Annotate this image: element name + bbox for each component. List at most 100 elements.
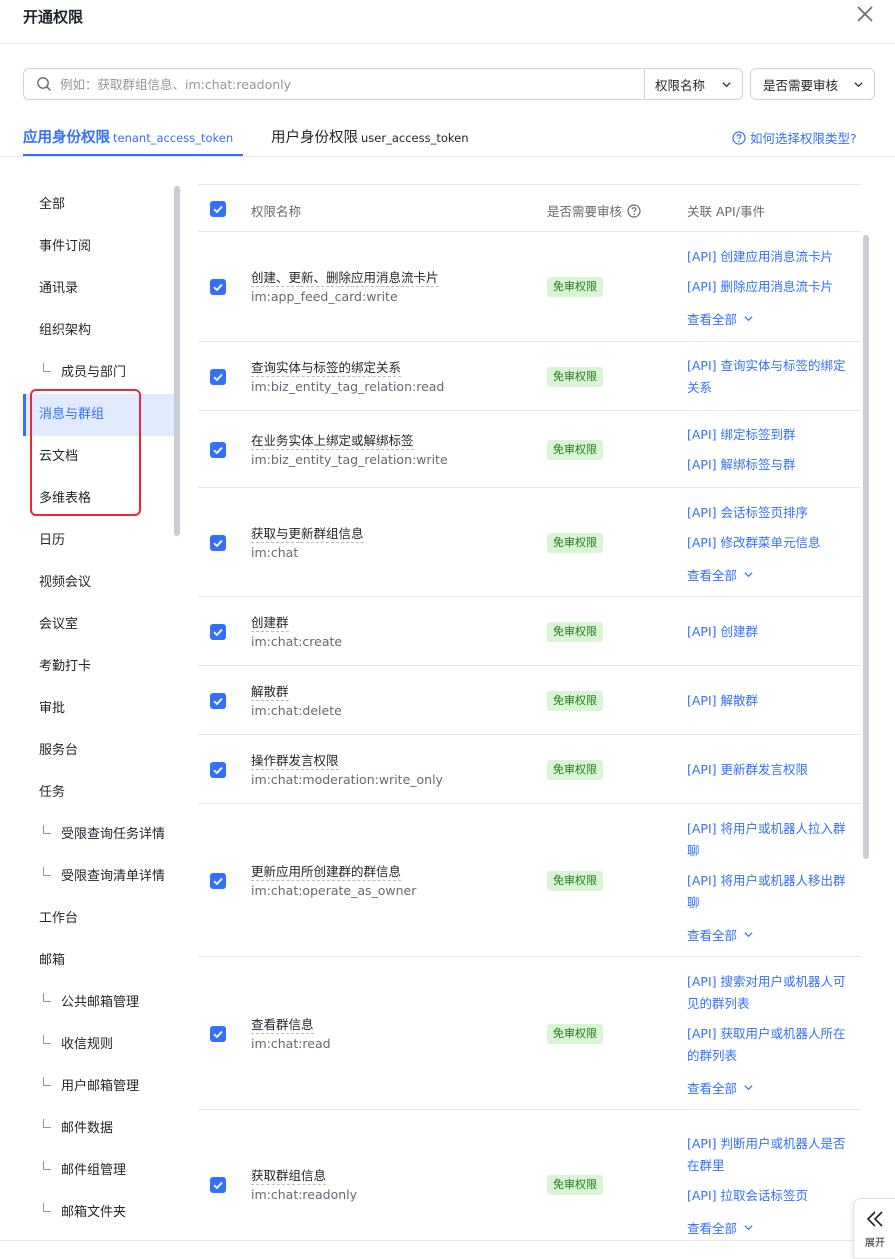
tab-tenant-access[interactable]: 应用身份权限 tenant_access_token <box>23 126 233 147</box>
sidebar-item[interactable]: 组织架构 <box>23 310 175 352</box>
api-link[interactable]: [API] 获取用户或机器人所在的群列表 <box>687 1023 849 1067</box>
api-link[interactable]: [API] 会话标签页排序 <box>687 502 857 524</box>
row-checkbox[interactable] <box>210 441 226 458</box>
view-all-link[interactable]: 查看全部 <box>687 309 754 328</box>
sidebar-item[interactable]: 收信规则 <box>23 1024 175 1066</box>
api-link[interactable]: [API] 查询实体与标签的绑定关系 <box>687 355 849 399</box>
tabs-divider <box>0 156 895 157</box>
sidebar-item[interactable]: 通讯录 <box>23 268 175 310</box>
sidebar-item[interactable]: 日历 <box>23 520 175 562</box>
row-checkbox[interactable] <box>210 692 226 709</box>
sidebar-item[interactable]: 受限查询任务详情 <box>23 814 175 856</box>
sidebar-item[interactable]: 邮箱 <box>23 940 175 982</box>
sidebar-item[interactable]: 公共邮箱管理 <box>23 982 175 1024</box>
check-icon <box>213 1181 223 1190</box>
api-link[interactable]: [API] 解绑标签与群 <box>687 454 857 476</box>
row-checkbox[interactable] <box>210 623 226 640</box>
chevron-down-icon <box>744 931 753 937</box>
sidebar-item-label: 受限查询清单详情 <box>61 869 166 884</box>
permission-code: im:app_feed_card:write <box>251 289 398 304</box>
header-divider <box>0 43 895 44</box>
api-link[interactable]: [API] 拉取会话标签页 <box>687 1185 857 1207</box>
sidebar-item[interactable]: 事件订阅 <box>23 226 175 268</box>
check-icon <box>213 283 223 292</box>
view-all-link[interactable]: 查看全部 <box>687 925 754 944</box>
row-checkbox[interactable] <box>210 1177 226 1193</box>
row-checkbox[interactable] <box>210 761 226 778</box>
row-checkbox[interactable] <box>210 1025 226 1042</box>
sidebar-item[interactable]: 任务 <box>23 772 175 814</box>
check-icon <box>213 373 223 381</box>
expand-button[interactable]: 展开 <box>853 1198 895 1259</box>
search-field-select[interactable]: 权限名称 <box>644 69 742 99</box>
permission-name: 查看群信息 <box>251 1014 314 1034</box>
status-badge: 免审权限 <box>547 532 603 553</box>
sidebar-item-label: 通讯录 <box>39 281 79 296</box>
sidebar-item[interactable]: 邮箱文件夹 <box>23 1192 175 1234</box>
api-link[interactable]: [API] 解散群 <box>687 690 857 712</box>
api-link[interactable]: [API] 将用户或机器人拉入群聊 <box>687 818 849 862</box>
modal-title: 开通权限 <box>23 8 84 26</box>
table-header: 权限名称 是否需要审核 关联 API/事件 <box>198 184 861 232</box>
sidebar-item[interactable]: 邮件组管理 <box>23 1150 175 1192</box>
search-input[interactable] <box>60 70 644 98</box>
api-link[interactable]: [API] 创建应用消息流卡片 <box>687 246 857 268</box>
sidebar-item-label: 审批 <box>39 701 66 716</box>
view-all-link[interactable]: 查看全部 <box>687 1078 754 1097</box>
sidebar-item[interactable]: 审批 <box>23 688 175 730</box>
sidebar-item[interactable]: 全部 <box>23 184 175 226</box>
close-icon[interactable] <box>855 4 875 24</box>
tab-label: 应用身份权限 <box>23 130 110 146</box>
search-field-select-label: 权限名称 <box>655 77 706 93</box>
row-checkbox[interactable] <box>210 872 226 889</box>
sidebar-scrollbar[interactable] <box>174 186 180 536</box>
view-all-link[interactable]: 查看全部 <box>687 565 754 584</box>
sidebar-item-label: 事件订阅 <box>39 239 92 254</box>
tab-user-access[interactable]: 用户身份权限 user_access_token <box>271 126 469 147</box>
api-link[interactable]: [API] 删除应用消息流卡片 <box>687 276 857 298</box>
api-link[interactable]: [API] 搜索对用户或机器人可见的群列表 <box>687 971 849 1015</box>
sidebar-item[interactable]: 考勤打卡 <box>23 646 175 688</box>
footer-divider <box>0 1240 853 1241</box>
api-link[interactable]: [API] 更新群发言权限 <box>687 759 857 781</box>
sidebar-item-label: 视频会议 <box>39 575 92 590</box>
api-link[interactable]: [API] 创建群 <box>687 621 857 643</box>
api-link[interactable]: [API] 绑定标签到群 <box>687 424 857 446</box>
sidebar-item[interactable]: 工作台 <box>23 898 175 940</box>
permission-name-text: 操作群发言权限 <box>251 752 339 770</box>
permission-name-text: 更新应用所创建群的群信息 <box>251 863 402 881</box>
question-circle-icon[interactable] <box>627 203 641 218</box>
view-all-link[interactable]: 查看全部 <box>687 1218 754 1237</box>
sidebar-item[interactable]: 成员与部门 <box>23 352 175 394</box>
view-all-label: 查看全部 <box>687 1080 738 1096</box>
permission-name: 创建、更新、删除应用消息流卡片 <box>251 267 439 287</box>
sidebar-item[interactable]: 用户邮箱管理 <box>23 1066 175 1108</box>
status-badge: 免审权限 <box>547 1175 603 1195</box>
sidebar-item[interactable]: 视频会议 <box>23 562 175 604</box>
table-scrollbar[interactable] <box>863 235 869 859</box>
row-checkbox[interactable] <box>210 279 226 295</box>
sidebar-item[interactable]: 服务台 <box>23 730 175 772</box>
sidebar-item-label: 全部 <box>39 197 66 212</box>
row-checkbox[interactable] <box>210 368 226 385</box>
select-all-checkbox[interactable] <box>210 201 226 217</box>
row-checkbox[interactable] <box>210 534 226 551</box>
api-link[interactable]: [API] 判断用户或机器人是否在群里 <box>687 1133 849 1177</box>
header-related-api: 关联 API/事件 <box>687 204 765 219</box>
check-icon <box>213 539 223 547</box>
api-link[interactable]: [API] 将用户或机器人移出群聊 <box>687 870 849 914</box>
permission-type-help-link[interactable]: 如何选择权限类型? <box>732 128 857 147</box>
sidebar-item[interactable]: 会议室 <box>23 604 175 646</box>
view-all-label: 查看全部 <box>687 1221 738 1236</box>
sidebar-item-label: 公共邮箱管理 <box>61 995 140 1010</box>
tab-token: user_access_token <box>361 131 469 145</box>
chevron-down-icon <box>854 81 863 87</box>
permission-name-text: 获取与更新群组信息 <box>251 525 364 543</box>
header-review-label: 是否需要审核 <box>547 204 623 219</box>
permission-name: 查询实体与标签的绑定关系 <box>251 357 402 377</box>
chevron-down-icon <box>744 1084 753 1090</box>
sidebar-item[interactable]: 受限查询清单详情 <box>23 856 175 898</box>
api-link[interactable]: [API] 修改群菜单元信息 <box>687 532 857 554</box>
sidebar-item[interactable]: 邮件数据 <box>23 1108 175 1150</box>
review-filter-select[interactable]: 是否需要审核 <box>750 68 875 100</box>
